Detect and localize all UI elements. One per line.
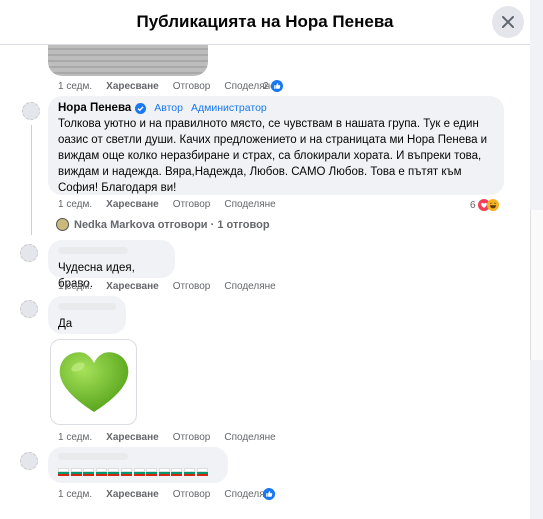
avatar[interactable] <box>20 452 38 470</box>
bulgarian-flag-icon-row <box>58 468 209 476</box>
haha-reaction-icon <box>486 199 499 211</box>
reaction-number: 2 <box>263 80 269 92</box>
reaction-count[interactable] <box>263 488 275 500</box>
dialog-header: Публикацията на Нора Пенева <box>0 0 530 45</box>
comment-actions: 1 седм. Харесване Отговор Споделяне <box>58 281 290 292</box>
comment-bubble: Чудесна идея, браво. <box>48 240 175 290</box>
comment-actions: 1 седм. Харесване Отговор Споделяне <box>58 489 290 500</box>
dialog-title: Публикацията на Нора Пенева <box>136 12 394 31</box>
bulgarian-flag-icon <box>196 468 208 476</box>
bulgarian-flag-icon <box>108 468 120 476</box>
close-button[interactable] <box>492 6 524 38</box>
comment-bubble: Да <box>48 296 126 334</box>
like-button[interactable]: Харесване <box>106 432 159 443</box>
replies-label: Nedka Markova отговори · 1 отговор <box>74 218 270 231</box>
avatar[interactable] <box>22 102 40 120</box>
close-icon <box>502 16 514 28</box>
admin-badge: Администратор <box>191 102 267 114</box>
bulgarian-flag-icon <box>120 468 132 476</box>
main-comment-actions: 1 седм. Харесване Отговор Споделяне <box>58 199 290 210</box>
top-post-actions: 1 седм. Харесване Отговор Споделяне <box>58 81 290 92</box>
like-reaction-icon <box>263 488 275 500</box>
timestamp[interactable]: 1 седм. <box>58 199 92 210</box>
timestamp[interactable]: 1 седм. <box>58 281 92 292</box>
sticker-container[interactable] <box>50 339 137 425</box>
like-button[interactable]: Харесване <box>106 281 159 292</box>
avatar[interactable] <box>20 244 38 262</box>
share-button[interactable]: Споделяне <box>224 432 275 443</box>
author-name-blurred <box>58 453 128 460</box>
shared-image-preview[interactable] <box>48 44 208 76</box>
bulgarian-flag-icon <box>183 468 195 476</box>
share-button[interactable]: Споделяне <box>224 199 275 210</box>
reply-button[interactable]: Отговор <box>173 81 211 92</box>
bulgarian-flag-icon <box>171 468 183 476</box>
bulgarian-flag-icon <box>70 468 82 476</box>
verified-icon <box>135 102 147 114</box>
avatar <box>56 218 69 231</box>
comment-author-line: Нора Пенева Автор Администратор <box>58 102 494 114</box>
reply-button[interactable]: Отговор <box>173 432 211 443</box>
bulgarian-flag-icon <box>83 468 95 476</box>
like-button[interactable]: Харесване <box>106 199 159 210</box>
comment-text: Толкова уютно и на правилното място, се … <box>58 118 488 194</box>
view-replies-link[interactable]: Nedka Markova отговори · 1 отговор <box>56 218 270 231</box>
comment-text: Да <box>58 318 73 330</box>
avatar[interactable] <box>20 300 38 318</box>
comment-author[interactable]: Нора Пенева <box>58 102 131 114</box>
comment-actions: 1 седм. Харесване Отговор Споделяне <box>58 432 290 443</box>
author-name-blurred <box>58 247 128 254</box>
reaction-count[interactable]: 6 <box>470 199 499 211</box>
reaction-count[interactable]: 2 <box>263 80 283 92</box>
like-reaction-icon <box>270 80 283 92</box>
reply-button[interactable]: Отговор <box>173 281 211 292</box>
timestamp[interactable]: 1 седм. <box>58 432 92 443</box>
comment-bubble <box>48 447 228 483</box>
bulgarian-flag-icon <box>95 468 107 476</box>
thread-line <box>31 125 32 235</box>
bulgarian-flag-icon <box>58 468 69 476</box>
like-button[interactable]: Харесване <box>106 81 159 92</box>
bulgarian-flag-icon <box>146 468 158 476</box>
reply-button[interactable]: Отговор <box>173 489 211 500</box>
author-name-blurred <box>58 303 116 310</box>
bulgarian-flag-icon <box>158 468 170 476</box>
like-button[interactable]: Харесване <box>106 489 159 500</box>
reaction-number: 6 <box>470 199 476 211</box>
green-heart-icon <box>59 352 129 412</box>
main-comment-bubble: Нора Пенева Автор Администратор Толкова … <box>48 96 504 195</box>
bulgarian-flag-icon <box>133 468 145 476</box>
author-badge: Автор <box>154 102 183 114</box>
background-page-edge <box>530 210 543 360</box>
timestamp[interactable]: 1 седм. <box>58 81 92 92</box>
reply-button[interactable]: Отговор <box>173 199 211 210</box>
share-button[interactable]: Споделяне <box>224 281 275 292</box>
post-dialog: Публикацията на Нора Пенева 1 седм. Харе… <box>0 0 530 519</box>
timestamp[interactable]: 1 седм. <box>58 489 92 500</box>
